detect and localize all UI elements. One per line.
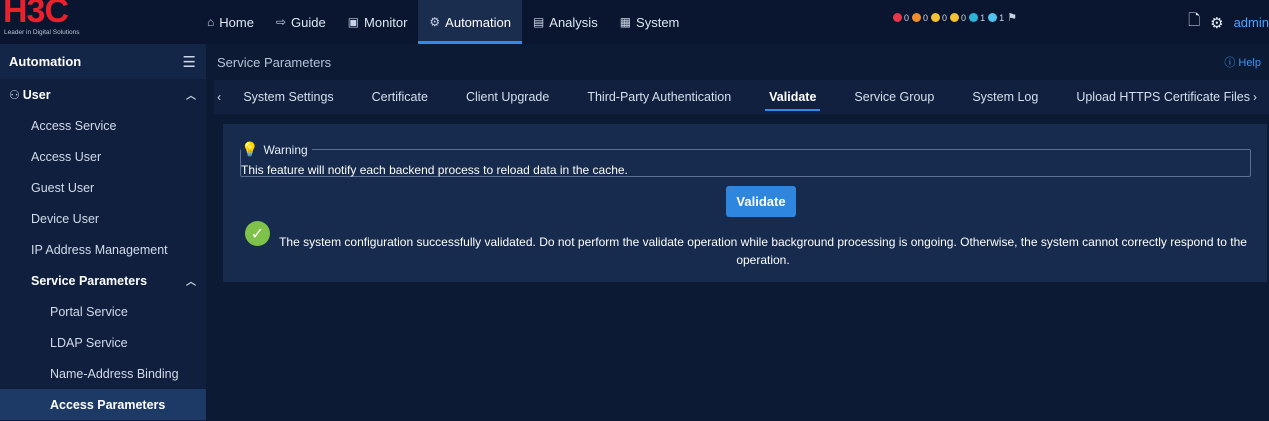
sidebar-item-access-service[interactable]: Access Service bbox=[0, 110, 206, 141]
alarm-major[interactable]: 0 bbox=[912, 13, 928, 23]
sidebar-item-ldap-service[interactable]: LDAP Service bbox=[0, 327, 206, 358]
brand-logo[interactable]: H3C Leader in Digital Solutions bbox=[0, 0, 206, 44]
warning-text: This feature will notify each backend pr… bbox=[241, 163, 628, 177]
alarm-critical[interactable]: 0 bbox=[893, 13, 909, 23]
tab-service-group[interactable]: Service Group bbox=[835, 80, 953, 114]
alarm-minor[interactable]: 0 bbox=[931, 13, 947, 23]
tab-system-settings[interactable]: System Settings bbox=[224, 80, 352, 114]
logo-tagline: Leader in Digital Solutions bbox=[4, 29, 80, 36]
tab-scroll-left-icon[interactable]: ‹ bbox=[214, 90, 224, 104]
success-message: The system configuration successfully va… bbox=[279, 235, 1247, 267]
nav-monitor[interactable]: ▣ Monitor bbox=[337, 0, 419, 44]
alarm-info[interactable]: 1 bbox=[969, 13, 985, 23]
nav-analysis[interactable]: ▤ Analysis bbox=[522, 0, 609, 44]
nav-monitor-label: Monitor bbox=[364, 14, 408, 30]
nav-automation[interactable]: ⚙ Automation bbox=[418, 0, 522, 44]
user-menu[interactable]: admin bbox=[1234, 15, 1269, 30]
sidebar-group-user[interactable]: ⚇ User ︿ bbox=[0, 79, 206, 110]
system-icon: ▦ bbox=[619, 15, 632, 29]
sidebar-item-access-parameters[interactable]: Access Parameters bbox=[0, 389, 206, 420]
tab-third-party-authentication[interactable]: Third-Party Authentication bbox=[568, 80, 750, 114]
user-group-icon: ⚇ bbox=[9, 87, 20, 102]
sidebar-item-guest-user[interactable]: Guest User bbox=[0, 172, 206, 203]
analysis-icon: ▤ bbox=[532, 15, 545, 29]
tab-system-log[interactable]: System Log bbox=[953, 80, 1057, 114]
nav-system-label: System bbox=[636, 14, 680, 30]
sidebar-item-service-parameters[interactable]: Service Parameters ︿ bbox=[0, 265, 206, 296]
tab-certificate[interactable]: Certificate bbox=[353, 80, 447, 114]
document-icon[interactable]: 🗋 bbox=[1188, 10, 1200, 35]
guide-icon: ⇨ bbox=[275, 15, 286, 29]
help-link[interactable]: ⓘ Help bbox=[1224, 54, 1261, 70]
validate-panel: 💡 Warning This feature will notify each … bbox=[223, 124, 1267, 282]
sidebar-item-name-address-binding[interactable]: Name-Address Binding bbox=[0, 358, 206, 389]
sidebar-item-access-user[interactable]: Access User bbox=[0, 141, 206, 172]
breadcrumb-row: Service Parameters ⓘ Help bbox=[206, 44, 1269, 80]
top-bar: H3C Leader in Digital Solutions ⌂ Home ⇨… bbox=[0, 0, 1269, 44]
nav-automation-label: Automation bbox=[445, 14, 511, 30]
alarm-indicators[interactable]: 0 0 0 0 1 1 ⚑ bbox=[893, 11, 1017, 24]
alarm-warning[interactable]: 0 bbox=[950, 13, 966, 23]
validate-button[interactable]: Validate bbox=[726, 186, 796, 217]
warning-title: 💡 Warning bbox=[241, 141, 312, 158]
lightbulb-icon: 💡 bbox=[241, 141, 259, 157]
tab-validate[interactable]: Validate bbox=[750, 80, 835, 114]
nav-home-label: Home bbox=[219, 14, 254, 30]
nav-home[interactable]: ⌂ Home bbox=[196, 0, 265, 44]
sidebar-item-ip-address-management[interactable]: IP Address Management bbox=[0, 234, 206, 265]
nav-analysis-label: Analysis bbox=[549, 14, 598, 30]
nav-guide[interactable]: ⇨ Guide bbox=[265, 0, 337, 44]
sidebar-item-device-user[interactable]: Device User bbox=[0, 203, 206, 234]
monitor-icon: ▣ bbox=[347, 15, 360, 29]
home-icon: ⌂ bbox=[207, 15, 215, 29]
main-nav: ⌂ Home ⇨ Guide ▣ Monitor ⚙ Automation ▤ … bbox=[196, 0, 690, 44]
chevron-up-icon: ︿ bbox=[186, 91, 196, 102]
alarm-mute-icon[interactable]: ⚑ bbox=[1007, 11, 1017, 24]
logo-mark: H3C bbox=[3, 0, 69, 30]
tab-client-upgrade[interactable]: Client Upgrade bbox=[447, 80, 568, 114]
nav-guide-label: Guide bbox=[291, 14, 326, 30]
nav-system[interactable]: ▦ System bbox=[609, 0, 691, 44]
collapse-menu-icon[interactable]: ☰ bbox=[183, 53, 196, 71]
automation-icon: ⚙ bbox=[429, 15, 441, 29]
sidebar-group-label: User bbox=[22, 87, 51, 102]
tab-scroll-right-icon[interactable]: › bbox=[1241, 90, 1269, 104]
main-content: Service Parameters ⓘ Help ‹ System Setti… bbox=[206, 44, 1269, 421]
sidebar-header: Automation ☰ bbox=[0, 44, 206, 79]
sidebar-item-portal-service[interactable]: Portal Service bbox=[0, 296, 206, 327]
alarm-notice[interactable]: 1 bbox=[988, 13, 1004, 23]
sidebar: Automation ☰ ⚇ User ︿ Access Service Acce… bbox=[0, 44, 206, 421]
breadcrumb: Service Parameters bbox=[217, 54, 332, 70]
gear-icon[interactable]: ⚙ bbox=[1210, 14, 1223, 32]
tab-upload-https-certificate-files[interactable]: Upload HTTPS Certificate Files bbox=[1057, 80, 1269, 114]
chevron-up-icon: ︿ bbox=[186, 277, 196, 288]
tab-bar: ‹ System Settings Certificate Client Upg… bbox=[214, 80, 1269, 114]
sidebar-title: Automation bbox=[9, 54, 82, 69]
top-right-tools: 🗋 ⚙ admin bbox=[1188, 10, 1269, 35]
